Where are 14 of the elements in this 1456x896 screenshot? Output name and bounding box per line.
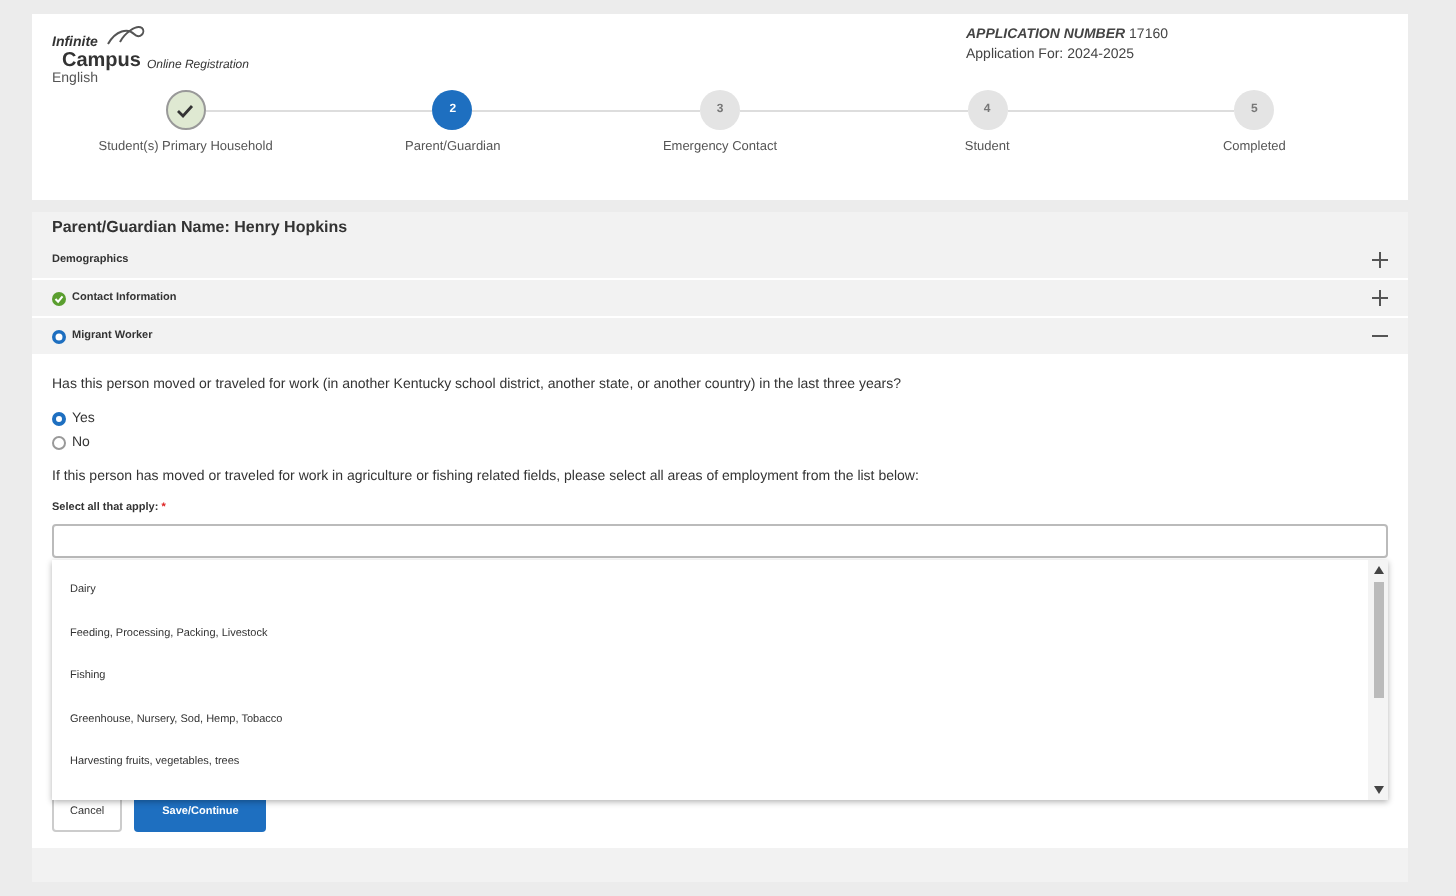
expand-icon [1372, 290, 1388, 306]
swirl-icon [103, 26, 148, 50]
radio-circle-icon [52, 329, 66, 343]
logo-text: Campus [62, 50, 141, 72]
radio-button[interactable] [52, 412, 66, 426]
scroll-down-icon[interactable] [1373, 786, 1383, 794]
check-icon [176, 103, 195, 117]
expand-icon [1372, 252, 1388, 268]
multi-select-field[interactable] [52, 524, 1388, 558]
scroll-up-icon[interactable] [1373, 566, 1383, 574]
radio-button[interactable] [52, 436, 66, 450]
section-title: Parent/Guardian Name: Henry Hopkins [50, 216, 350, 240]
check-circle-icon [52, 291, 66, 305]
scrollbar[interactable] [1368, 560, 1388, 800]
